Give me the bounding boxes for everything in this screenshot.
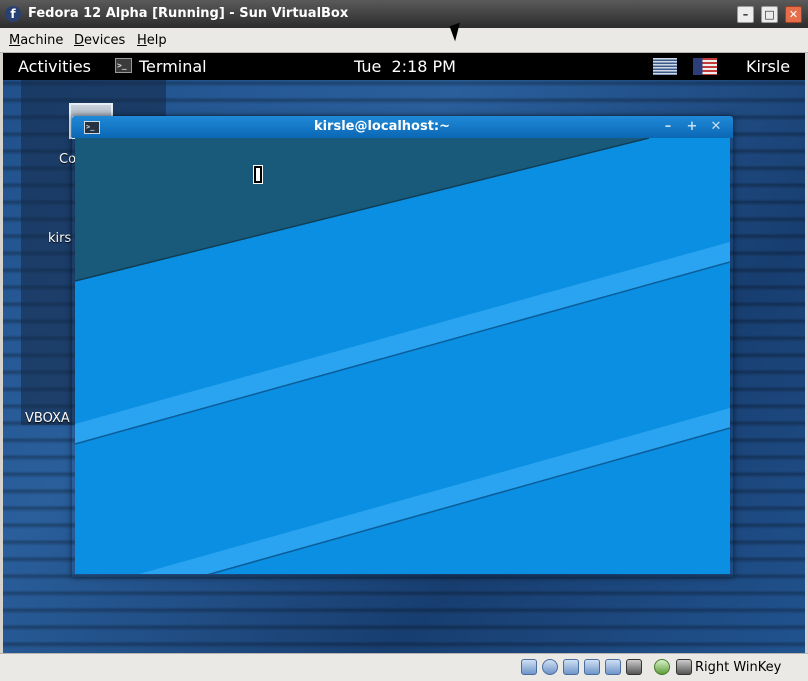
terminal-maximize-button[interactable]: +: [681, 119, 703, 135]
menu-help[interactable]: Help: [137, 32, 167, 49]
optical-drive-icon[interactable]: [542, 659, 558, 675]
vbox-statusbar: Right WinKey: [0, 653, 808, 681]
window-title: Fedora 12 Alpha [Running] - Sun VirtualB…: [28, 6, 349, 21]
mouse-integration-icon[interactable]: [654, 659, 670, 675]
guest-display[interactable]: Activities >_ Terminal Tue 2:18 PM Kirsl…: [3, 53, 805, 653]
close-button[interactable]: ✕: [785, 6, 802, 23]
activities-button[interactable]: Activities: [18, 57, 91, 76]
desktop-label-home[interactable]: kirs: [48, 231, 71, 247]
menu-devices[interactable]: Devices: [74, 32, 125, 49]
light-stripe-2: [139, 408, 730, 574]
hard-disk-icon[interactable]: [521, 659, 537, 675]
light-stripe-1: [75, 242, 730, 444]
desktop-label-vboxadditions[interactable]: VBOXA: [25, 411, 70, 427]
vbox-titlebar[interactable]: f Fedora 12 Alpha [Running] - Sun Virtua…: [0, 0, 808, 28]
terminal-title: kirsle@localhost:~: [313, 119, 451, 134]
menu-machine[interactable]: Machine: [9, 32, 63, 49]
terminal-close-button[interactable]: ✕: [705, 119, 727, 135]
keyboard-flag-icon[interactable]: [693, 58, 717, 75]
text-cursor: [253, 165, 263, 184]
usb-icon[interactable]: [584, 659, 600, 675]
terminal-icon: >_: [115, 58, 132, 73]
panel-clock[interactable]: Tue 2:18 PM: [354, 57, 456, 76]
terminal-titlebar[interactable]: >_ kirsle@localhost:~ – + ✕: [72, 116, 733, 138]
user-menu[interactable]: Kirsle: [746, 57, 790, 76]
network-icon[interactable]: [563, 659, 579, 675]
virtualbox-app-icon: f: [5, 6, 21, 22]
display-icon[interactable]: [626, 659, 642, 675]
terminal-minimize-button[interactable]: –: [657, 119, 679, 135]
terminal-window[interactable]: >_ kirsle@localhost:~ – + ✕: [72, 116, 733, 577]
network-status-icon[interactable]: [653, 58, 677, 75]
vbox-menubar: Machine Devices Help: [0, 28, 808, 53]
gnome-top-panel: Activities >_ Terminal Tue 2:18 PM Kirsl…: [3, 53, 805, 80]
maximize-button[interactable]: □: [761, 6, 778, 23]
terminal-content[interactable]: [75, 138, 730, 574]
host-key-icon[interactable]: [676, 659, 692, 675]
minimize-button[interactable]: –: [737, 6, 754, 23]
terminal-background-art: [75, 138, 730, 574]
host-key-label: Right WinKey: [695, 660, 782, 675]
shared-folder-icon[interactable]: [605, 659, 621, 675]
app-menu-terminal[interactable]: Terminal: [139, 57, 207, 76]
